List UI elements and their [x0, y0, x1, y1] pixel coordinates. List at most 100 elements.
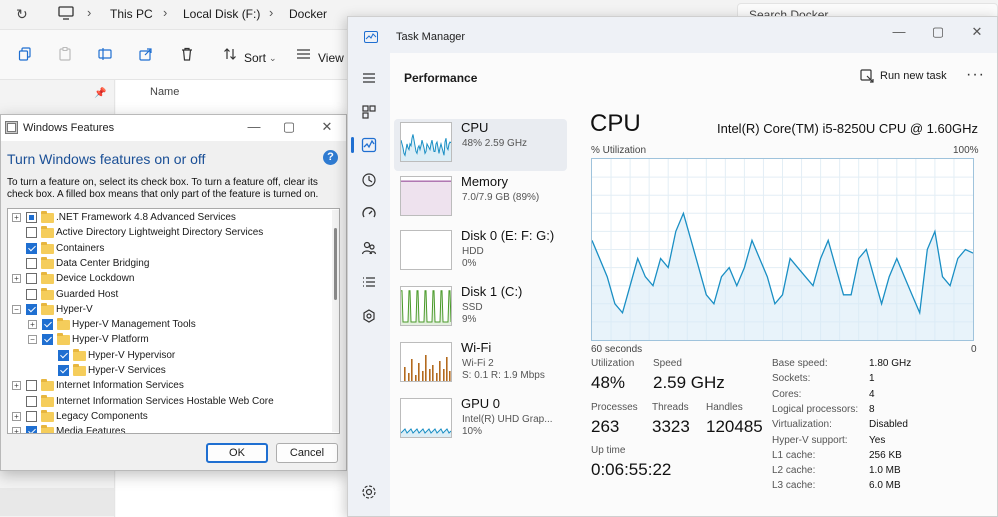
expand-icon[interactable]: + [12, 411, 21, 421]
maximize-icon[interactable]: ▢ [928, 22, 948, 42]
refresh-icon[interactable]: ↻ [16, 6, 28, 23]
processes-label: Processes [591, 402, 638, 413]
feature-checkbox[interactable] [26, 273, 37, 285]
feature-checkbox[interactable] [58, 349, 69, 361]
windows-features-dialog: Windows Features — ▢ ✕ Turn Windows feat… [0, 114, 347, 471]
delete-icon[interactable] [180, 47, 194, 61]
feature-checkbox[interactable] [26, 288, 37, 300]
cancel-button[interactable]: Cancel [276, 443, 338, 463]
feature-checkbox[interactable] [26, 395, 37, 407]
expand-icon[interactable]: + [12, 213, 21, 222]
sort-icon[interactable] [223, 47, 237, 61]
users-icon[interactable] [360, 239, 378, 257]
share-icon[interactable] [139, 47, 153, 61]
feature-row[interactable]: + Hyper-V Management Tools [8, 317, 330, 332]
ok-button[interactable]: OK [206, 443, 268, 463]
tree-scrollbar[interactable] [332, 210, 339, 432]
feature-row[interactable]: − Hyper-V Platform [8, 332, 330, 347]
hamburger-menu-icon[interactable] [360, 69, 378, 87]
folder-icon [41, 211, 54, 223]
expand-icon[interactable]: + [12, 427, 21, 433]
feature-row[interactable]: Containers [8, 241, 330, 256]
processes-icon[interactable] [360, 103, 378, 121]
feature-row[interactable]: + Legacy Components [8, 409, 330, 424]
more-options-icon[interactable]: ··· [966, 66, 985, 84]
device-item[interactable]: Memory 7.0/7.9 GB (89%) [394, 173, 567, 225]
device-item[interactable]: Disk 1 (C:) SSD 9% [394, 283, 567, 335]
close-icon[interactable]: ✕ [318, 118, 336, 136]
uptime-label: Up time [591, 445, 626, 456]
device-item[interactable]: GPU 0 Intel(R) UHD Grap... 10% [394, 395, 567, 447]
device-item[interactable]: Wi-Fi Wi-Fi 2 S: 0.1 R: 1.9 Mbps [394, 339, 567, 391]
feature-checkbox[interactable] [42, 319, 53, 331]
feature-row[interactable]: Active Directory Lightweight Directory S… [8, 225, 330, 240]
breadcrumb-docker[interactable]: Docker [289, 7, 327, 21]
cpu-info-value: 1.80 GHz [869, 358, 912, 369]
feature-checkbox[interactable] [42, 334, 53, 346]
feature-row[interactable]: Guarded Host [8, 287, 330, 302]
help-icon[interactable]: ? [323, 150, 338, 165]
app-history-icon[interactable] [360, 171, 378, 189]
performance-icon[interactable] [360, 136, 378, 154]
feature-row[interactable]: + Device Lockdown [8, 271, 330, 286]
device-detail: 7.0/7.9 GB (89%) [462, 192, 540, 203]
settings-gear-icon[interactable] [360, 483, 378, 501]
device-item[interactable]: Disk 0 (E: F: G:) HDD 0% [394, 227, 567, 279]
feature-label: Media Features [56, 426, 126, 434]
folder-icon [57, 318, 70, 331]
collapse-icon[interactable]: − [12, 304, 21, 314]
minimize-icon[interactable]: — [889, 22, 909, 42]
feature-checkbox[interactable] [26, 426, 37, 433]
device-detail: HDD [462, 246, 484, 257]
breadcrumb-separator-icon: › [163, 5, 168, 20]
feature-row[interactable]: + .NET Framework 4.8 Advanced Services [8, 210, 330, 225]
feature-checkbox[interactable] [26, 380, 37, 392]
rail-selection-indicator [351, 137, 354, 153]
feature-checkbox[interactable] [26, 212, 37, 223]
feature-row[interactable]: Internet Information Services Hostable W… [8, 394, 330, 409]
device-detail: SSD [462, 302, 483, 313]
feature-checkbox[interactable] [26, 257, 37, 269]
feature-row[interactable]: + Media Features [8, 424, 330, 434]
feature-row[interactable]: Hyper-V Services [8, 363, 330, 378]
feature-checkbox[interactable] [26, 242, 37, 254]
device-item[interactable]: CPU 48% 2.59 GHz [394, 119, 567, 171]
details-icon[interactable] [360, 273, 378, 291]
name-column-header[interactable]: Name [150, 86, 179, 98]
startup-apps-icon[interactable] [360, 205, 378, 223]
paste-icon[interactable] [58, 47, 72, 61]
device-detail: Intel(R) UHD Grap... [462, 414, 553, 425]
cpu-info-value: 1.0 MB [869, 465, 901, 477]
device-detail-secondary: 0% [462, 258, 477, 269]
expand-icon[interactable]: + [12, 274, 21, 284]
services-icon[interactable] [360, 307, 378, 325]
sort-button[interactable]: Sort [244, 51, 266, 65]
feature-label: Internet Information Services Hostable W… [56, 395, 274, 407]
feature-row[interactable]: Data Center Bridging [8, 256, 330, 271]
feature-checkbox[interactable] [26, 227, 37, 239]
rename-icon[interactable] [98, 47, 112, 61]
feature-checkbox[interactable] [58, 365, 69, 376]
expand-icon[interactable]: + [28, 320, 37, 330]
feature-checkbox[interactable] [26, 303, 37, 315]
scrollbar-thumb[interactable] [334, 228, 337, 300]
folder-icon [41, 256, 54, 269]
expand-icon[interactable]: + [12, 381, 21, 391]
page-title: Performance [404, 71, 478, 85]
feature-label: Data Center Bridging [56, 257, 150, 269]
feature-row[interactable]: + Internet Information Services [8, 378, 330, 393]
feature-row[interactable]: Hyper-V Hypervisor [8, 348, 330, 363]
maximize-icon[interactable]: ▢ [280, 118, 298, 136]
feature-label: Legacy Components [56, 410, 148, 422]
breadcrumb-local-disk[interactable]: Local Disk (F:) [183, 7, 260, 21]
close-icon[interactable]: ✕ [967, 22, 987, 42]
collapse-icon[interactable]: − [28, 335, 37, 345]
view-button[interactable]: View [318, 51, 344, 65]
device-name: GPU 0 [461, 396, 501, 411]
copy-icon[interactable] [18, 47, 32, 61]
minimize-icon[interactable]: — [245, 118, 263, 136]
feature-row[interactable]: − Hyper-V [8, 302, 330, 317]
feature-checkbox[interactable] [26, 410, 37, 422]
breadcrumb-this-pc[interactable]: This PC [110, 7, 153, 21]
view-icon[interactable] [296, 47, 311, 61]
